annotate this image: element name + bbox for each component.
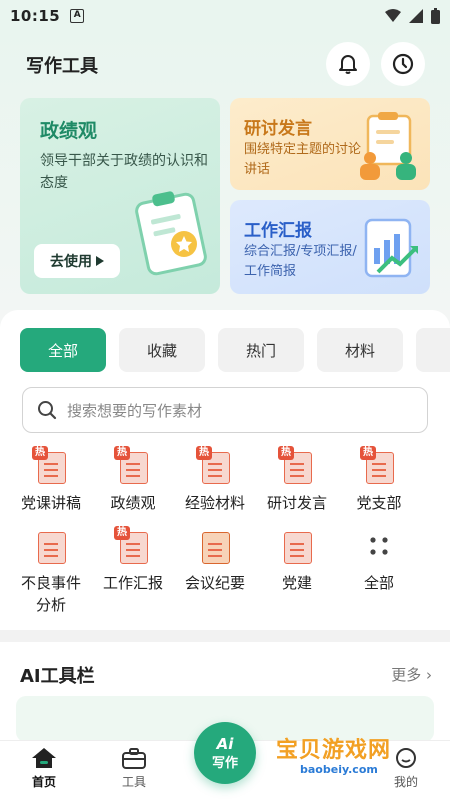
status-time: 10:15	[10, 7, 61, 25]
clipboard-medal-icon	[135, 191, 207, 276]
nav-tools-label: 工具	[121, 775, 146, 789]
grid-item-label: 政绩观	[110, 494, 156, 512]
chart-report-icon	[364, 218, 418, 278]
grid-item-label: 党课讲稿	[20, 494, 81, 512]
use-button[interactable]: 去使用	[34, 244, 120, 278]
four-dots-icon	[370, 537, 388, 555]
bell-icon	[339, 55, 357, 74]
grid-item-zhengji[interactable]: 热政绩观	[92, 446, 174, 514]
nav-mine-label: 我的	[393, 775, 418, 789]
ai-toolbar-more-link[interactable]: 更多 ›	[391, 664, 432, 685]
watermark-url: baobeiy.com	[300, 763, 378, 776]
status-a-badge: A	[70, 9, 85, 23]
grid-item-all[interactable]: 全部	[338, 526, 420, 616]
grid-item-label: 不良事件分析	[20, 574, 81, 614]
meeting-book-icon	[202, 532, 230, 564]
search-input[interactable]: 搜索想要的写作素材	[22, 387, 428, 433]
hot-badge: 热	[114, 526, 130, 540]
party-building-icon	[284, 532, 312, 564]
toolbox-icon	[122, 748, 146, 769]
card-zhengji-title: 政绩观	[40, 120, 98, 142]
battery-icon	[431, 8, 440, 24]
card-yantao-title: 研讨发言	[244, 119, 312, 139]
nav-tools[interactable]: 工具	[104, 747, 164, 790]
fab-write-label: 写作	[211, 755, 238, 771]
category-tabs: 全部 收藏 热门 材料	[20, 328, 450, 372]
more-label: 更多	[391, 666, 422, 684]
write-fab-button[interactable]: Ai 写作	[194, 722, 256, 784]
hot-badge: 热	[278, 446, 294, 460]
tab-hot[interactable]: 热门	[218, 328, 304, 372]
grid-item-jingyan[interactable]: 热经验材料	[174, 446, 256, 514]
grid-item-label: 党建	[281, 574, 312, 592]
grid-item-label: 经验材料	[184, 494, 245, 512]
fab-ai-label: Ai	[216, 734, 234, 753]
grid-item-label: 党支部	[356, 494, 402, 512]
grid-item-label: 工作汇报	[102, 574, 163, 592]
search-icon	[38, 401, 57, 420]
medical-doc-icon	[38, 532, 66, 564]
discussion-people-icon	[360, 112, 416, 180]
card-huibao-desc: 综合汇报/专项汇报/工作简报	[244, 244, 357, 279]
hot-badge: 热	[196, 446, 212, 460]
watermark: 宝贝游戏网	[276, 738, 392, 763]
use-button-label: 去使用	[50, 254, 92, 270]
wifi-icon	[385, 9, 401, 22]
nav-home[interactable]: 首页	[14, 747, 74, 790]
chevron-right-icon: ›	[426, 666, 432, 684]
user-smile-icon	[396, 748, 416, 768]
status-bar: 10:15 A	[0, 0, 450, 32]
tab-more[interactable]	[416, 328, 450, 372]
nav-home-label: 首页	[31, 775, 56, 789]
grid-item-huiyi[interactable]: 会议纪要	[174, 526, 256, 616]
hot-badge: 热	[360, 446, 376, 460]
grid-item-dangjian[interactable]: 党建	[256, 526, 338, 616]
card-yantao-desc: 围绕特定主题的讨论讲话	[244, 142, 362, 177]
grid-item-buliang[interactable]: 不良事件分析	[10, 526, 92, 616]
card-huibao[interactable]: 工作汇报 综合汇报/专项汇报/工作简报	[230, 200, 430, 294]
history-button[interactable]	[381, 42, 425, 86]
ai-toolbar-title: AI工具栏	[20, 666, 95, 687]
notification-button[interactable]	[326, 42, 370, 86]
tab-materials[interactable]: 材料	[317, 328, 403, 372]
hot-badge: 热	[32, 446, 48, 460]
grid-item-label: 研讨发言	[266, 494, 327, 512]
grid-item-yantao[interactable]: 热研讨发言	[256, 446, 338, 514]
section-divider	[0, 630, 450, 642]
card-huibao-title: 工作汇报	[244, 221, 312, 241]
tab-all[interactable]: 全部	[20, 328, 106, 372]
grid-item-dangzhibu[interactable]: 热党支部	[338, 446, 420, 514]
tool-grid: 热党课讲稿 热政绩观 热经验材料 热研讨发言 热党支部 不良事件分析 热工作汇报…	[10, 446, 440, 616]
page-title: 写作工具	[26, 56, 98, 77]
hot-badge: 热	[114, 446, 130, 460]
tab-favorites[interactable]: 收藏	[119, 328, 205, 372]
grid-item-label: 会议纪要	[184, 574, 245, 592]
clock-icon	[392, 53, 414, 75]
grid-item-huibao[interactable]: 热工作汇报	[92, 526, 174, 616]
grid-item-label: 全部	[363, 574, 394, 592]
search-placeholder: 搜索想要的写作素材	[67, 401, 203, 420]
play-arrow-icon	[96, 256, 104, 266]
grid-item-dangke[interactable]: 热党课讲稿	[10, 446, 92, 514]
status-icons	[385, 8, 440, 24]
card-yantao[interactable]: 研讨发言 围绕特定主题的讨论讲话	[230, 98, 430, 190]
home-icon	[32, 748, 56, 768]
signal-icon	[409, 9, 423, 23]
